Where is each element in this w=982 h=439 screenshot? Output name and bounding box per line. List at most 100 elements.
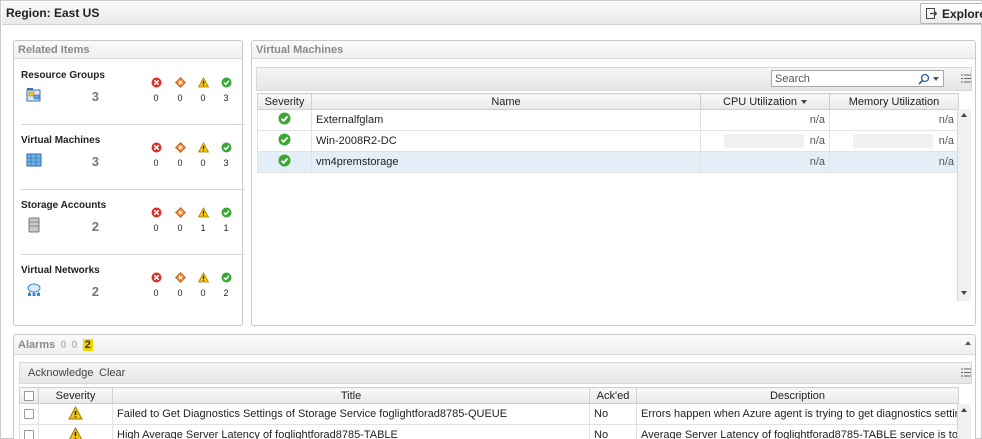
alarms-toolbar [19, 362, 972, 384]
window: Region: East US Explore Related Items Re… [0, 0, 982, 439]
alarm-count-warning[interactable]: 2 [82, 339, 93, 351]
fatal-icon [174, 77, 186, 88]
group-count: 3 [91, 154, 99, 169]
acknowledge-button[interactable]: Acknowledge [28, 367, 93, 379]
divider [21, 124, 245, 125]
column-severity[interactable]: Severity [257, 93, 312, 110]
row-checkbox[interactable] [19, 424, 39, 439]
alarm-title[interactable]: High Average Server Latency of foglightf… [112, 424, 590, 439]
table-row[interactable]: High Average Server Latency of foglightf… [19, 424, 959, 439]
select-all-checkbox[interactable] [19, 387, 39, 404]
divider [21, 254, 245, 255]
fatal-icon [174, 207, 186, 218]
alarm-description: Errors happen when Azure agent is trying… [636, 403, 959, 425]
scroll-up-icon[interactable] [961, 113, 967, 117]
alarms-title: Alarms 0 0 2 [18, 339, 93, 351]
alarms-table-scrollbar[interactable] [957, 404, 971, 439]
mem-value: n/a [829, 109, 959, 131]
alarm-title[interactable]: Failed to Get Diagnostics Settings of St… [112, 403, 590, 425]
normal-icon [221, 272, 231, 283]
group-count: 2 [91, 219, 99, 234]
table-row[interactable]: Win-2008R2-DC n/a n/a [257, 130, 959, 152]
page-header: Region: East US Explore [2, 2, 982, 25]
alarm-count-fatal[interactable]: 0 [72, 339, 78, 351]
vm-table-scrollbar[interactable] [957, 109, 971, 301]
severity-critical-count[interactable]: 0 [149, 142, 163, 168]
column-name[interactable]: Name [311, 93, 701, 110]
explore-button[interactable]: Explore [920, 3, 982, 24]
column-acked[interactable]: Ack'ed [589, 387, 637, 404]
search-icon[interactable] [918, 73, 930, 85]
grid-options-icon[interactable] [961, 74, 971, 83]
row-checkbox[interactable] [19, 403, 39, 425]
scroll-up-icon[interactable] [961, 408, 967, 412]
severity-critical-count[interactable]: 0 [149, 207, 163, 233]
fatal-icon [174, 142, 186, 153]
group-name: Storage Accounts [21, 200, 107, 211]
column-description[interactable]: Description [636, 387, 959, 404]
severity-normal-count[interactable]: 1 [219, 207, 233, 233]
search-placeholder: Search [775, 73, 810, 85]
alarm-options-icon[interactable] [961, 368, 971, 377]
warning-icon [197, 77, 209, 88]
column-severity[interactable]: Severity [38, 387, 113, 404]
severity-fatal-count[interactable]: 0 [173, 142, 187, 168]
severity-warning-count[interactable]: 1 [196, 207, 210, 233]
virtual-network-icon [27, 283, 41, 296]
alarms-table: Severity Title Ack'ed Description Failed… [19, 387, 959, 439]
critical-icon [151, 272, 161, 283]
vm-name[interactable]: vm4premstorage [311, 151, 701, 173]
normal-icon [221, 77, 231, 88]
column-title[interactable]: Title [112, 387, 590, 404]
collapse-alarms-icon[interactable] [965, 341, 971, 345]
table-row[interactable]: Externalfglam n/a n/a [257, 109, 959, 131]
mem-sparkline-placeholder [852, 134, 933, 148]
normal-status-icon [278, 133, 291, 146]
table-row-selected[interactable]: vm4premstorage n/a n/a [257, 151, 959, 173]
cpu-value: n/a [700, 151, 830, 173]
severity-fatal-count[interactable]: 0 [173, 77, 187, 103]
table-row[interactable]: Failed to Get Diagnostics Settings of St… [19, 403, 959, 425]
cpu-sparkline-placeholder [723, 134, 804, 148]
virtual-machine-icon [26, 153, 42, 167]
severity-normal-count[interactable]: 2 [219, 272, 233, 298]
group-name: Virtual Networks [21, 265, 100, 276]
column-memory-utilization[interactable]: Memory Utilization [829, 93, 959, 110]
table-header-row: Severity Title Ack'ed Description [19, 387, 959, 404]
vm-name[interactable]: Win-2008R2-DC [311, 130, 701, 152]
severity-critical-count[interactable]: 0 [149, 272, 163, 298]
vm-name[interactable]: Externalfglam [311, 109, 701, 131]
table-header-row: Severity Name CPU Utilization Memory Uti… [257, 93, 959, 110]
normal-icon [221, 142, 231, 153]
scroll-down-icon[interactable] [961, 291, 967, 295]
normal-icon [221, 207, 231, 218]
severity-fatal-count[interactable]: 0 [173, 272, 187, 298]
severity-warning-count[interactable]: 0 [196, 142, 210, 168]
severity-critical-count[interactable]: 0 [149, 77, 163, 103]
mem-value: n/a [938, 134, 954, 147]
severity-normal-count[interactable]: 3 [219, 142, 233, 168]
column-cpu-utilization[interactable]: CPU Utilization [700, 93, 830, 110]
virtual-machines-title: Virtual Machines [256, 44, 344, 56]
related-items-title: Related Items [18, 44, 90, 56]
page-title: Region: East US [6, 6, 100, 20]
vm-table: Severity Name CPU Utilization Memory Uti… [257, 93, 959, 173]
severity-normal-count[interactable]: 3 [219, 77, 233, 103]
severity-fatal-count[interactable]: 0 [173, 207, 187, 233]
clear-button[interactable]: Clear [99, 367, 125, 379]
cpu-value: n/a [809, 134, 825, 147]
group-count: 2 [91, 284, 99, 299]
warning-icon [197, 207, 209, 218]
alarm-count-critical[interactable]: 0 [60, 339, 66, 351]
severity-warning-count[interactable]: 0 [196, 272, 210, 298]
divider [21, 189, 245, 190]
fatal-icon [174, 272, 186, 283]
critical-icon [151, 207, 161, 218]
group-count: 3 [91, 89, 99, 104]
normal-status-icon [278, 154, 291, 167]
severity-warning-count[interactable]: 0 [196, 77, 210, 103]
warning-icon [197, 142, 209, 153]
search-input[interactable]: Search [771, 70, 944, 87]
alarm-acked: No [589, 403, 637, 425]
search-dropdown-icon[interactable] [933, 77, 939, 81]
